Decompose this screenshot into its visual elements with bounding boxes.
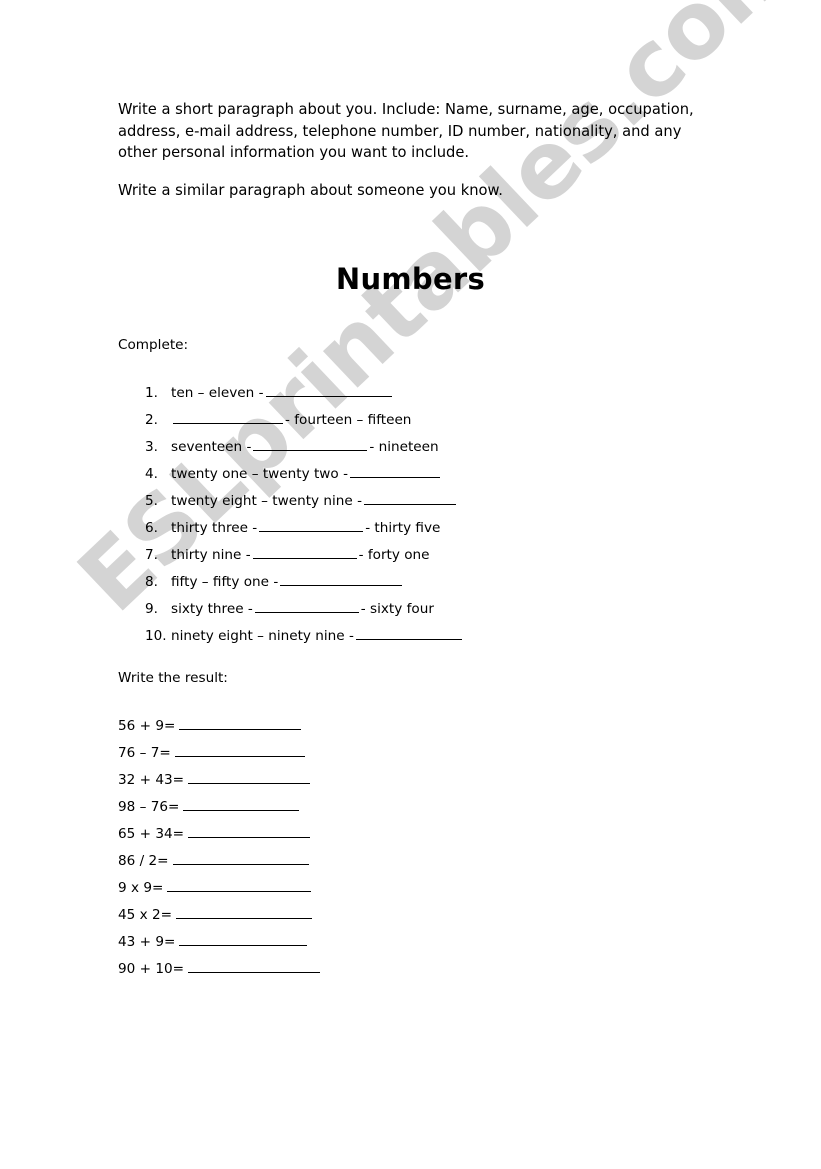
equation-row: 76 – 7= (118, 743, 320, 770)
complete-item-text-after: - sixty four (360, 601, 434, 617)
complete-item: 6. thirty three - - thirty five (145, 518, 464, 545)
complete-item-text-before: fifty – fifty one - (171, 574, 279, 590)
complete-exercise-list: 1. ten – eleven - 2. - fourteen – fifteen… (145, 383, 464, 653)
complete-item-blank[interactable] (364, 491, 456, 505)
equation-expression: 9 x 9= (118, 880, 164, 896)
complete-item-blank[interactable] (254, 599, 359, 613)
equation-row: 9 x 9= (118, 878, 320, 905)
equation-expression: 65 + 34= (118, 826, 185, 842)
complete-item: 1. ten – eleven - (145, 383, 464, 410)
equation-answer-blank[interactable] (188, 959, 321, 973)
complete-item-text-before: ninety eight – ninety nine - (171, 628, 354, 644)
complete-item-marker: 1. (145, 385, 158, 401)
complete-item-text-after: - forty one (358, 547, 430, 563)
section-label-complete: Complete: (118, 337, 189, 353)
equation-expression: 90 + 10= (118, 961, 185, 977)
equation-row: 56 + 9= (118, 716, 320, 743)
equation-row: 45 x 2= (118, 905, 320, 932)
complete-item-marker: 4. (145, 466, 158, 482)
equation-expression: 86 / 2= (118, 853, 169, 869)
section-label-result: Write the result: (118, 670, 228, 686)
equation-answer-blank[interactable] (179, 716, 302, 730)
equation-expression: 43 + 9= (118, 934, 176, 950)
equation-expression: 98 – 76= (118, 799, 180, 815)
equation-expression: 32 + 43= (118, 772, 185, 788)
complete-item-text-after: - nineteen (369, 439, 439, 455)
equation-expression: 76 – 7= (118, 745, 171, 761)
equation-row: 32 + 43= (118, 770, 320, 797)
complete-item-marker: 8. (145, 574, 158, 590)
equation-row: 90 + 10= (118, 959, 321, 986)
complete-item-blank[interactable] (265, 383, 392, 397)
equation-answer-blank[interactable] (176, 905, 313, 919)
equation-answer-blank[interactable] (188, 824, 311, 838)
complete-item-text-before: thirty three - (171, 520, 258, 536)
intro-paragraph-2: Write a similar paragraph about someone … (118, 182, 503, 199)
complete-item-marker: 10. (145, 628, 167, 644)
complete-item-text-after: - thirty five (365, 520, 441, 536)
complete-item: 8. fifty – fifty one - (145, 572, 464, 599)
complete-item: 4. twenty one – twenty two - (145, 464, 464, 491)
equation-row: 65 + 34= (118, 824, 320, 851)
complete-item-text-before: sixty three - (171, 601, 253, 617)
equation-exercise-list: 56 + 9= 76 – 7= 32 + 43= 98 – 76= 65 + 34= 86… (118, 716, 321, 986)
equation-expression: 45 x 2= (118, 907, 173, 923)
equation-answer-blank[interactable] (174, 743, 305, 757)
equation-answer-blank[interactable] (172, 851, 309, 865)
complete-item: 2. - fourteen – fifteen (145, 410, 464, 437)
complete-item: 7. thirty nine - - forty one (145, 545, 464, 572)
complete-item-text-before: thirty nine - (171, 547, 251, 563)
complete-item-blank[interactable] (173, 410, 283, 424)
complete-item-blank[interactable] (252, 545, 357, 559)
complete-item-blank[interactable] (355, 626, 462, 640)
complete-item-marker: 2. (145, 412, 158, 428)
complete-item-marker: 5. (145, 493, 158, 509)
equation-row: 98 – 76= (118, 797, 320, 824)
worksheet-content: Write a short paragraph about you. Inclu… (0, 0, 821, 1169)
equation-answer-blank[interactable] (167, 878, 312, 892)
complete-item-text-before: twenty one – twenty two - (171, 466, 348, 482)
complete-item-text-before: seventeen - (171, 439, 252, 455)
page-title: Numbers (335, 262, 486, 296)
equation-answer-blank[interactable] (183, 797, 300, 811)
equation-expression: 56 + 9= (118, 718, 176, 734)
intro-paragraph-1: Write a short paragraph about you. Inclu… (118, 101, 694, 161)
complete-item-marker: 3. (145, 439, 158, 455)
complete-item-text-before: twenty eight – twenty nine - (171, 493, 362, 509)
complete-item: 9. sixty three - - sixty four (145, 599, 464, 626)
equation-answer-blank[interactable] (188, 770, 311, 784)
complete-item-marker: 7. (145, 547, 158, 563)
complete-item-blank[interactable] (259, 518, 364, 532)
equation-row: 43 + 9= (118, 932, 320, 959)
complete-item-blank[interactable] (349, 464, 440, 478)
complete-item-marker: 9. (145, 601, 158, 617)
equation-answer-blank[interactable] (179, 932, 308, 946)
worksheet-page: ESLprintables.com Write a short paragrap… (0, 0, 821, 1169)
equation-row: 86 / 2= (118, 851, 320, 878)
complete-item-text-after: - fourteen – fifteen (285, 412, 412, 428)
complete-item: 5. twenty eight – twenty nine - (145, 491, 464, 518)
complete-item-blank[interactable] (253, 437, 368, 451)
complete-item: 10. ninety eight – ninety nine - (145, 626, 464, 653)
complete-item-marker: 6. (145, 520, 158, 536)
complete-item-text-before: ten – eleven - (171, 385, 264, 401)
complete-item-blank[interactable] (280, 572, 403, 586)
complete-item: 3. seventeen - - nineteen (145, 437, 464, 464)
